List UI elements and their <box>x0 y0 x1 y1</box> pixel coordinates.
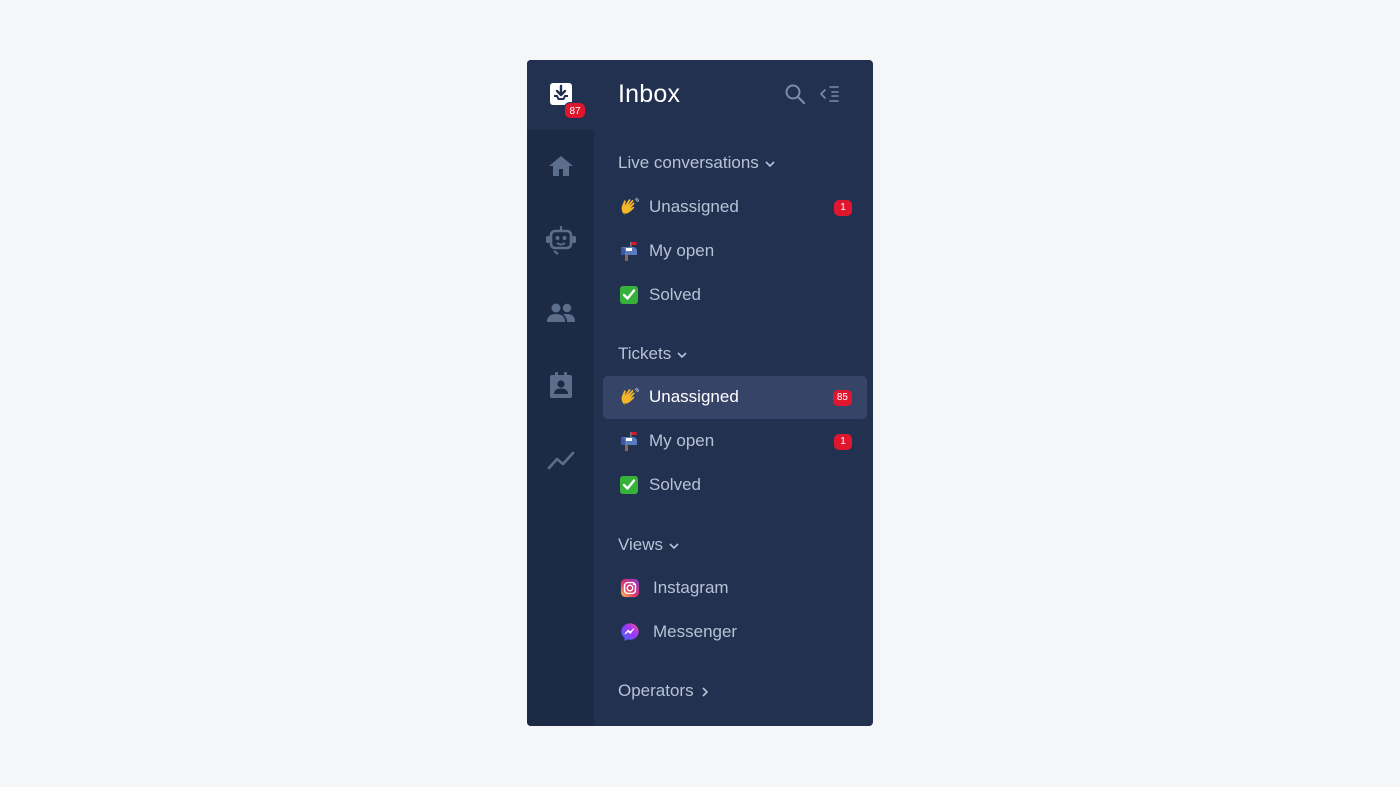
home-nav-button[interactable] <box>527 154 594 178</box>
contacts-icon <box>546 303 575 322</box>
search-button[interactable] <box>783 82 807 106</box>
chevron-down-icon <box>669 542 679 549</box>
section-tickets[interactable]: Tickets <box>618 344 687 364</box>
nav-item-label: Unassigned <box>649 387 739 406</box>
section-label: Live conversations <box>618 153 759 172</box>
section-label: Operators <box>618 681 694 700</box>
check-mark-icon <box>619 285 639 305</box>
collapse-menu-icon <box>820 86 839 102</box>
collapse-sidebar-button[interactable] <box>819 82 843 106</box>
mailbox-icon <box>619 241 639 261</box>
waving-hand-icon <box>619 387 639 407</box>
inbox-nav-button[interactable] <box>527 82 594 106</box>
nav-item-label: Solved <box>649 475 701 494</box>
analytics-icon <box>547 451 574 470</box>
home-icon <box>548 156 573 176</box>
nav-item-label: Instagram <box>653 578 729 597</box>
live-my-open-item[interactable]: My open <box>603 230 867 273</box>
nav-item-label: My open <box>649 431 715 450</box>
check-mark-icon <box>619 475 639 495</box>
chevron-down-icon <box>765 160 775 167</box>
contacts-nav-button[interactable] <box>527 302 594 324</box>
mailbox-icon <box>619 431 639 451</box>
count-badge: 1 <box>834 200 852 216</box>
icon-rail: 87 <box>527 60 594 726</box>
tickets-solved-item[interactable]: Solved <box>603 464 867 507</box>
bot-icon <box>545 226 576 255</box>
chevron-down-icon <box>677 351 687 358</box>
section-views[interactable]: Views <box>618 535 679 555</box>
section-live-conversations[interactable]: Live conversations <box>618 153 775 173</box>
bot-nav-button[interactable] <box>527 225 594 255</box>
live-unassigned-item[interactable]: Unassigned 1 <box>603 186 867 229</box>
page-title: Inbox <box>618 80 681 108</box>
view-messenger-item[interactable]: Messenger <box>603 611 867 654</box>
waving-hand-icon <box>619 197 639 217</box>
nav-item-label: Messenger <box>653 622 738 641</box>
rail-inbox-slot: 87 <box>527 60 594 130</box>
section-operators[interactable]: Operators <box>618 681 710 701</box>
contact-card-nav-button[interactable] <box>527 371 594 399</box>
panel-header: Inbox <box>594 60 873 130</box>
inbox-count-badge: 87 <box>564 102 586 119</box>
analytics-nav-button[interactable] <box>527 450 594 470</box>
view-instagram-item[interactable]: Instagram <box>603 567 867 610</box>
count-badge: 85 <box>832 390 852 406</box>
section-label: Tickets <box>618 344 672 363</box>
contact-card-icon <box>549 372 572 398</box>
inbox-app: 87 Inbox Live conversations Unassigned 1… <box>527 60 873 726</box>
nav-item-label: Unassigned <box>649 197 739 216</box>
section-label: Views <box>618 535 664 554</box>
inbox-panel: Inbox Live conversations Unassigned 1 My… <box>594 60 873 726</box>
count-badge: 1 <box>834 434 852 450</box>
messenger-icon <box>620 622 640 642</box>
instagram-icon <box>620 578 640 598</box>
tickets-unassigned-item[interactable]: Unassigned 85 <box>603 376 867 419</box>
live-solved-item[interactable]: Solved <box>603 274 867 317</box>
nav-item-label: Solved <box>649 285 701 304</box>
search-icon <box>785 84 806 105</box>
tickets-my-open-item[interactable]: My open 1 <box>603 420 867 463</box>
chevron-right-icon <box>702 686 708 697</box>
nav-item-label: My open <box>649 241 715 260</box>
